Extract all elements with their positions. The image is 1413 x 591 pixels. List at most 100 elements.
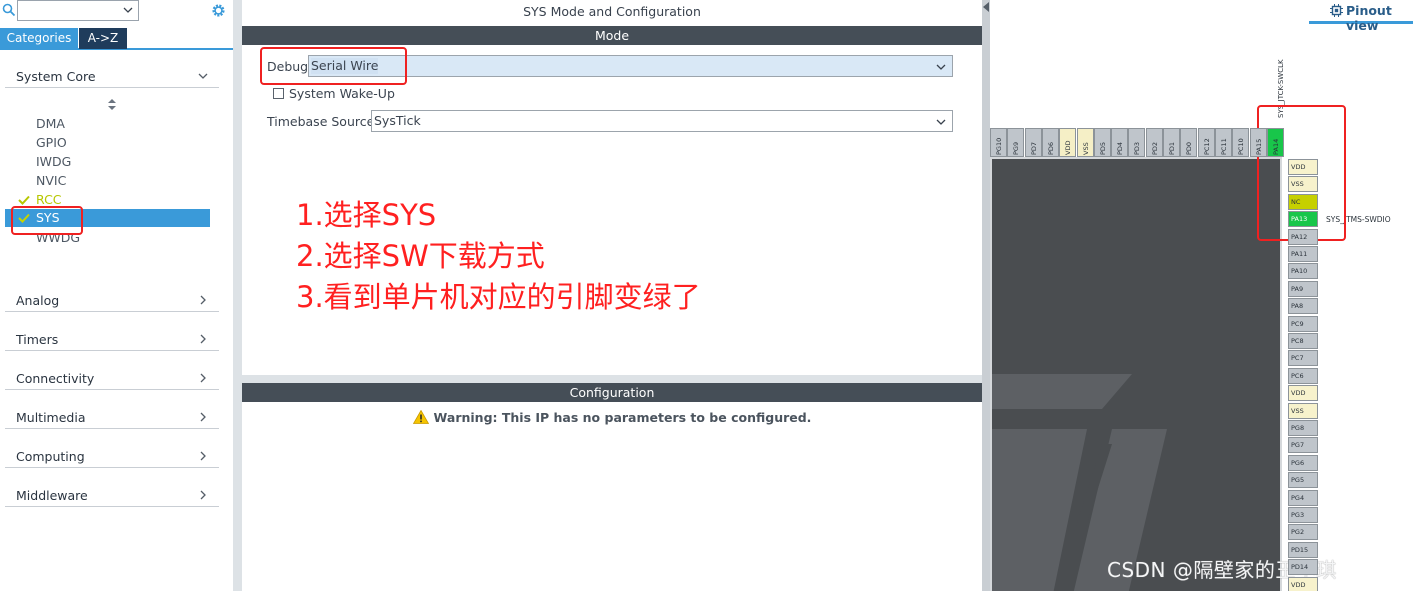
annotation-text: 1.选择SYS 2.选择SW下载方式 3.看到单片机对应的引脚变绿了	[296, 195, 701, 318]
chevron-right-icon	[200, 490, 206, 500]
pin-label: PD0	[1185, 141, 1194, 155]
category-tabs: Categories A->Z	[0, 28, 233, 50]
pin-pd3[interactable]: PD3	[1128, 128, 1146, 157]
pin-pd1[interactable]: PD1	[1163, 128, 1180, 157]
pin-vdd[interactable]: VDD	[1288, 159, 1318, 175]
pin-pd7[interactable]: PD7	[1024, 128, 1042, 157]
pin-pc8[interactable]: PC8	[1288, 333, 1318, 349]
search-row	[0, 0, 233, 24]
tab-pinout-view[interactable]: Pinout view	[1309, 0, 1413, 33]
category-connectivity[interactable]: Connectivity	[5, 366, 219, 390]
pin-nc[interactable]: NC	[1288, 193, 1318, 210]
pin-pg10[interactable]: PG10	[990, 128, 1007, 157]
pin-pa8[interactable]: PA8	[1288, 298, 1318, 315]
pin-pa11[interactable]: PA11	[1288, 246, 1318, 262]
pin-label: PD2	[1150, 141, 1159, 155]
mode-configuration-panel: SYS Mode and Configuration Mode Debug Se…	[242, 0, 982, 591]
pin-pc10[interactable]: PC10	[1232, 128, 1250, 157]
pin-label: PC12	[1202, 138, 1211, 155]
peripheral-item-nvic[interactable]: NVIC	[36, 171, 66, 190]
tab-a-z[interactable]: A->Z	[79, 28, 127, 49]
categories-panel: Categories A->Z System Core DMA GPIO IWD…	[0, 0, 233, 591]
panel-splitter-left[interactable]	[233, 0, 242, 591]
pin-pa12[interactable]: PA12	[1288, 228, 1318, 245]
pin-pc6[interactable]: PC6	[1288, 367, 1318, 384]
pin-pa13[interactable]: PA13	[1288, 211, 1318, 228]
mcu-chip-body	[990, 157, 1282, 591]
pin-pg2[interactable]: PG2	[1288, 524, 1318, 541]
pin-pd5[interactable]: PD5	[1093, 128, 1111, 157]
category-analog[interactable]: Analog	[5, 288, 219, 312]
pin-pc7[interactable]: PC7	[1288, 350, 1318, 367]
category-system-core[interactable]: System Core	[5, 64, 219, 88]
pin-pd2[interactable]: PD2	[1145, 128, 1163, 157]
tab-categories[interactable]: Categories	[0, 28, 78, 49]
pin-pa15[interactable]: PA15	[1249, 128, 1267, 157]
category-label: Middleware	[16, 488, 88, 503]
pin-pa14[interactable]: PA14	[1266, 128, 1284, 157]
pin-pc12[interactable]: PC12	[1197, 128, 1215, 157]
peripheral-item-gpio[interactable]: GPIO	[36, 133, 67, 152]
pin-pd0[interactable]: PD0	[1180, 128, 1198, 157]
pin-label: PC11	[1219, 138, 1228, 155]
pin-pd6[interactable]: PD6	[1041, 128, 1059, 157]
pin-label: PA15	[1254, 138, 1263, 155]
pin-pg9[interactable]: PG9	[1007, 128, 1025, 157]
chevron-right-icon	[200, 412, 206, 422]
pin-pc11[interactable]: PC11	[1214, 128, 1232, 157]
category-label: Analog	[16, 293, 60, 308]
category-middleware[interactable]: Middleware	[5, 483, 219, 507]
pin-pg7[interactable]: PG7	[1288, 437, 1318, 454]
pin-pd14[interactable]: PD14	[1288, 559, 1318, 576]
annotation-line: 3.看到单片机对应的引脚变绿了	[296, 280, 701, 314]
pin-pg8[interactable]: PG8	[1288, 420, 1318, 436]
pin-pa9[interactable]: PA9	[1288, 280, 1318, 297]
pin-label: PG9	[1012, 141, 1021, 155]
pin-vss[interactable]: VSS	[1288, 402, 1318, 419]
panel-splitter-horizontal[interactable]	[242, 375, 982, 383]
annotation-line: 2.选择SW下载方式	[296, 239, 545, 273]
pin-pd4[interactable]: PD4	[1111, 128, 1129, 157]
pin-vdd[interactable]: VDD	[1288, 385, 1318, 402]
pin-label: PD7	[1029, 141, 1038, 155]
timebase-select[interactable]: SysTick	[371, 110, 953, 132]
panel-splitter-right[interactable]	[982, 0, 990, 591]
search-icon	[2, 3, 16, 17]
category-label: Timers	[16, 332, 59, 347]
category-label: Connectivity	[16, 371, 95, 386]
pin-pg3[interactable]: PG3	[1288, 507, 1318, 523]
pin-pg5[interactable]: PG5	[1288, 472, 1318, 489]
chip-icon	[1330, 4, 1343, 17]
system-wakeup-checkbox[interactable]	[273, 88, 284, 99]
chevron-right-icon	[200, 451, 206, 461]
pin-label: VDD	[1064, 140, 1073, 155]
warning-message: Warning: This IP has no parameters to be…	[242, 410, 982, 425]
category-multimedia[interactable]: Multimedia	[5, 405, 219, 429]
pin-pg4[interactable]: PG4	[1288, 489, 1318, 506]
pin-pa10[interactable]: PA10	[1288, 263, 1318, 280]
warning-icon	[412, 410, 429, 424]
pin-vdd[interactable]: VDD	[1059, 128, 1077, 157]
pin-vdd[interactable]: VDD	[1288, 576, 1318, 591]
category-timers[interactable]: Timers	[5, 327, 219, 351]
search-combo[interactable]	[17, 0, 139, 21]
peripheral-item-iwdg[interactable]: IWDG	[36, 152, 71, 171]
pin-pc9[interactable]: PC9	[1288, 315, 1318, 332]
gear-icon[interactable]	[210, 2, 227, 19]
pin-label: PD3	[1133, 141, 1142, 155]
annotation-line: 1.选择SYS	[296, 198, 437, 232]
collapse-arrow-icon[interactable]	[983, 2, 989, 12]
check-icon	[18, 195, 30, 205]
pin-pg6[interactable]: PG6	[1288, 454, 1318, 471]
chevron-right-icon	[200, 334, 206, 344]
chevron-right-icon	[200, 373, 206, 383]
category-label: Multimedia	[16, 410, 86, 425]
pin-pd15[interactable]: PD15	[1288, 541, 1318, 558]
chevron-down-icon	[936, 64, 946, 70]
pin-vss[interactable]: VSS	[1076, 128, 1094, 157]
sort-icon[interactable]	[108, 99, 116, 110]
pin-vss[interactable]: VSS	[1288, 176, 1318, 193]
category-computing[interactable]: Computing	[5, 444, 219, 468]
peripheral-item-dma[interactable]: DMA	[36, 114, 65, 133]
panel-title: SYS Mode and Configuration	[523, 4, 701, 19]
